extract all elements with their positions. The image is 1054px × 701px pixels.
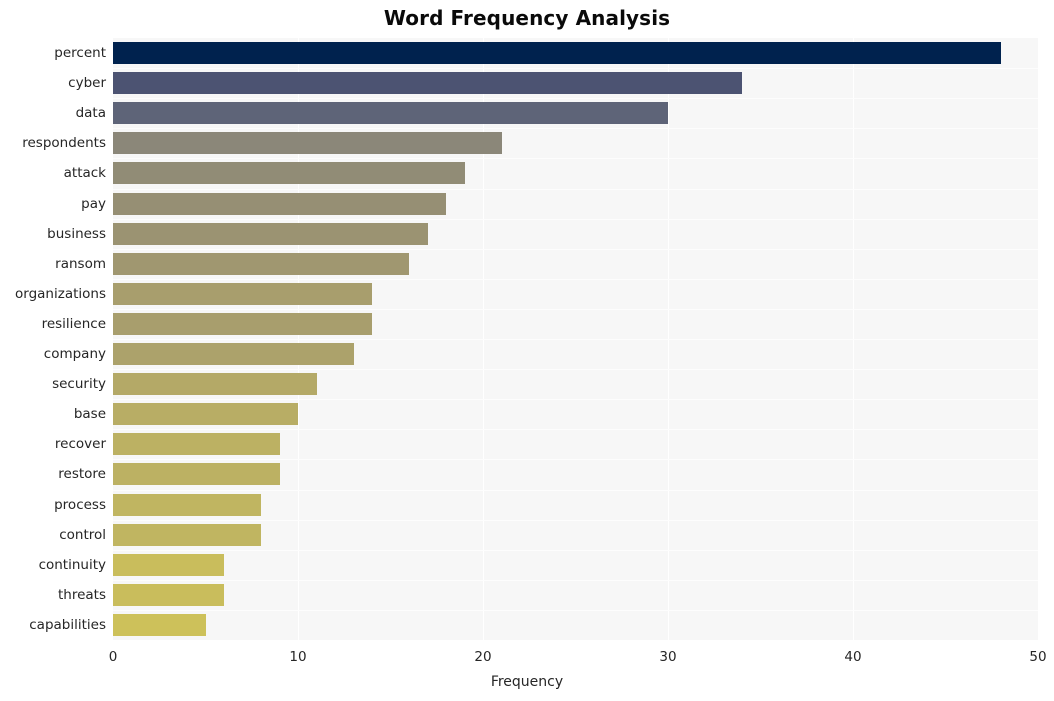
bar [113,192,446,215]
bar [113,72,742,95]
bar [113,162,465,185]
bar [113,102,668,125]
y-axis-tick-label: threats [57,586,106,603]
y-gridline [113,128,1038,130]
bar [113,42,1001,65]
y-gridline [113,218,1038,220]
y-axis-tick-label: ransom [55,255,106,272]
y-axis-tick-label: security [52,376,106,393]
y-gridline [113,369,1038,371]
y-axis-tick-label: continuity [38,556,106,573]
bar [113,493,261,516]
y-gridline [113,158,1038,160]
y-gridline [113,278,1038,280]
y-axis-tick-label: base [73,406,106,423]
bar [113,373,317,396]
y-axis-tick-label: cyber [68,75,106,92]
y-gridline [113,429,1038,431]
y-axis-tick-label: recover [54,436,106,453]
y-axis-tick-label: pay [81,195,106,212]
y-gridline [113,489,1038,491]
y-axis-tick-label: capabilities [29,616,106,633]
bar [113,222,428,245]
x-axis-tick-label: 30 [659,649,677,665]
y-gridline [113,68,1038,70]
y-gridline [113,459,1038,461]
x-axis-tick-label: 20 [474,649,492,665]
x-axis-title: Frequency [490,674,564,690]
bar [113,282,372,305]
y-axis-tick-label: attack [63,165,106,182]
y-axis-tick-label: control [59,526,106,543]
y-gridline [113,98,1038,100]
bar [113,343,354,366]
y-gridline [113,549,1038,551]
x-axis-tick-label: 50 [1029,649,1047,665]
bar [113,523,261,546]
chart-title: Word Frequency Analysis [383,6,671,30]
y-gridline [113,248,1038,250]
bar [113,252,409,275]
y-gridline [113,519,1038,521]
y-axis-tick-label: restore [58,466,106,483]
y-axis-tick-label: resilience [41,315,106,332]
x-axis-tick-label: 40 [844,649,862,665]
y-axis-tick-label: organizations [15,285,106,302]
y-axis-tick-label: process [54,496,106,513]
x-axis-tick-label: 0 [108,649,118,665]
y-gridline [113,579,1038,581]
y-axis-tick-label: data [75,105,106,122]
plot-area [113,38,1038,640]
bar [113,613,206,636]
y-gridline [113,609,1038,611]
y-axis-tick-label: company [43,346,106,363]
bar [113,312,372,335]
x-axis-tick-labels: 0 10 20 30 40 50 [0,640,1054,670]
bar [113,583,224,606]
y-gridline [113,399,1038,401]
y-axis-tick-labels: percent cyber data respondents attack pay busi… [0,38,106,640]
y-gridline [113,308,1038,310]
y-axis-tick-label: respondents [22,135,106,152]
y-gridline [113,188,1038,190]
bar [113,433,280,456]
bar [113,553,224,576]
y-axis-tick-label: percent [54,45,106,62]
word-frequency-bar-chart: Word Frequency Analysis percent cyber data… [0,0,1054,701]
y-gridline [113,339,1038,340]
bar [113,132,502,155]
y-axis-tick-label: business [47,225,106,242]
x-axis-tick-label: 10 [289,649,307,665]
bar [113,403,298,426]
bar [113,463,280,486]
